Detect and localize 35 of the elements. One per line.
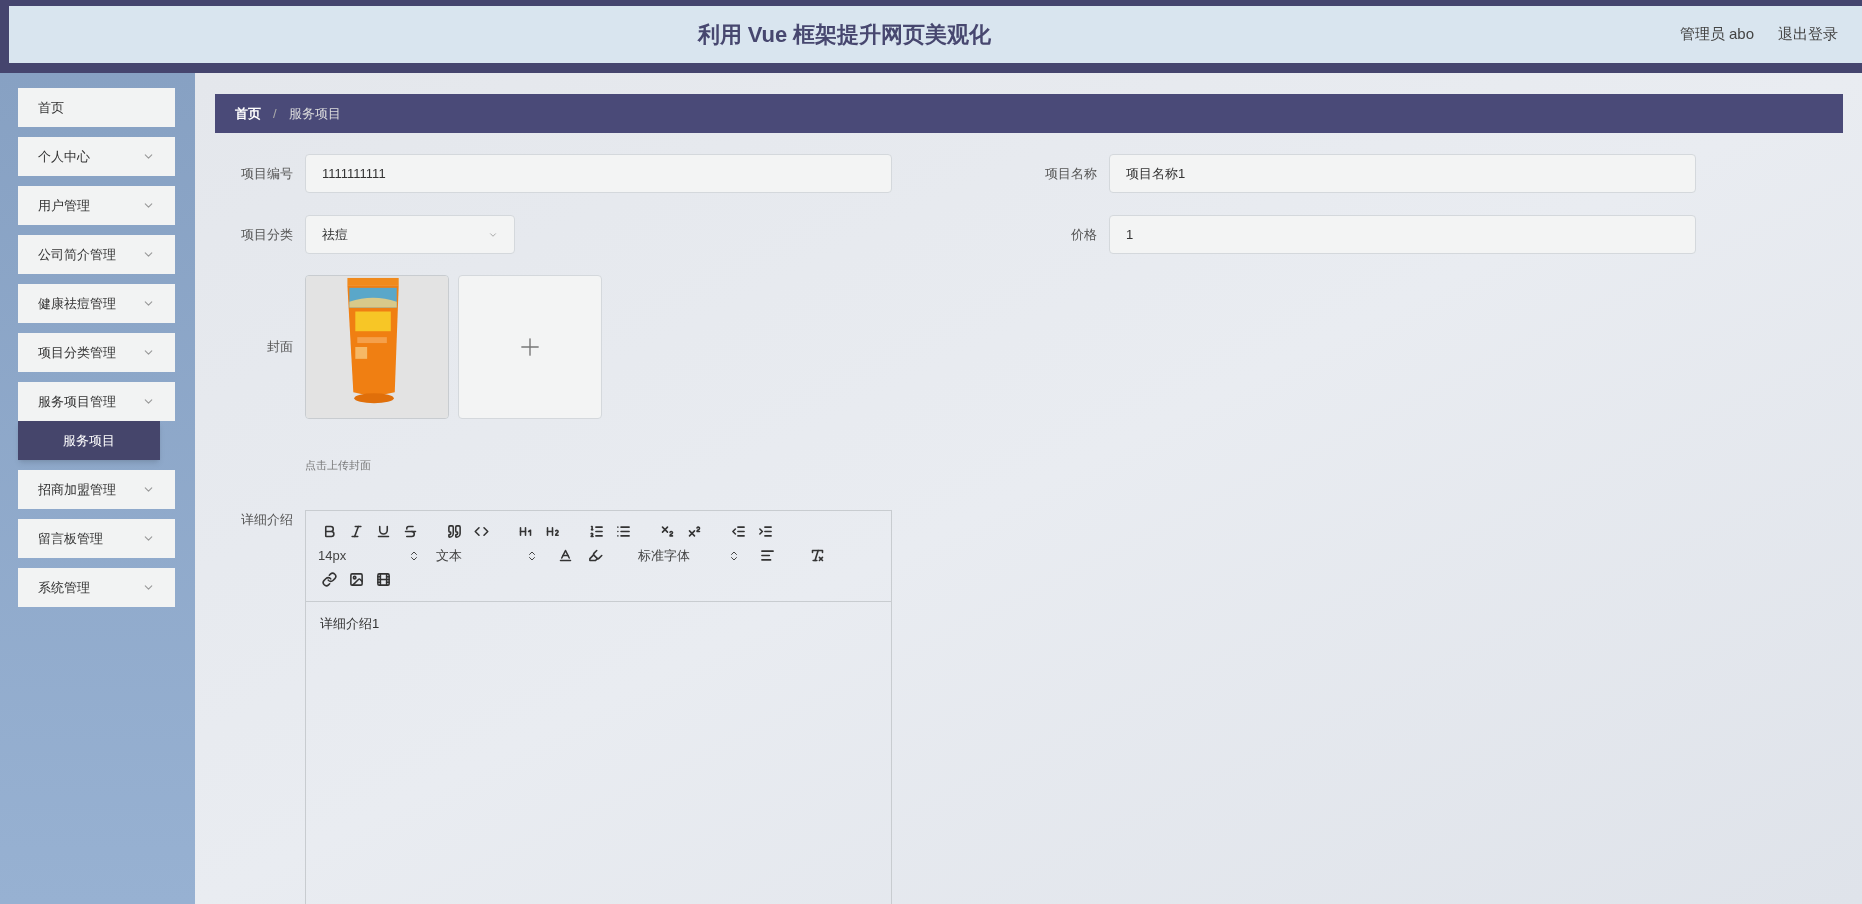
field-label: 封面 xyxy=(266,338,293,357)
category-select[interactable]: 祛痘 xyxy=(305,215,515,254)
sidebar-item[interactable]: 公司简介管理 xyxy=(18,235,175,274)
submenu-item[interactable]: 服务项目 xyxy=(18,421,160,460)
sidebar-item[interactable]: 系统管理 xyxy=(18,568,175,607)
admin-user: 管理员 abo xyxy=(1679,24,1754,45)
input-field[interactable]: 1 xyxy=(1109,215,1696,254)
sidebar-item[interactable]: 健康祛痘管理 xyxy=(18,284,175,323)
breadcrumb-link[interactable]: 服务项目 xyxy=(288,103,341,124)
toolbar-select[interactable]: 标准字体 xyxy=(638,544,748,567)
sidebar-item[interactable]: 个人中心 xyxy=(18,137,175,176)
toolbar-select[interactable]: 文本 xyxy=(436,544,546,567)
sidebar-item[interactable]: 项目分类管理 xyxy=(18,333,175,372)
upload-hint: 点击上传封面 xyxy=(305,458,372,473)
toolbar-select[interactable]: 14px xyxy=(318,544,428,567)
input-field[interactable]: 1111111111 xyxy=(305,154,892,193)
up-down-icon xyxy=(728,549,740,562)
field-label: 详细介绍 xyxy=(240,510,293,529)
sidebar-item[interactable]: 服务项目管理 xyxy=(18,382,175,421)
up-down-icon xyxy=(526,549,538,562)
sidebar-item[interactable]: 用户管理 xyxy=(18,186,175,225)
field-label: 项目编号 xyxy=(240,164,293,183)
field-label: 价格 xyxy=(1070,225,1097,244)
breadcrumb-link[interactable]: 首页 xyxy=(235,103,261,124)
breadcrumb-separator: / xyxy=(273,104,277,123)
field-label: 项目名称 xyxy=(1044,164,1097,183)
up-down-icon xyxy=(408,549,420,562)
sidebar-item[interactable]: 留言板管理 xyxy=(18,519,175,558)
sidebar-item[interactable]: 招商加盟管理 xyxy=(18,470,175,509)
site-title: 利用 Vue 框架提升网页美观化 xyxy=(696,21,993,49)
logout-link[interactable]: 退出登录 xyxy=(1778,23,1838,46)
field-label: 项目分类 xyxy=(240,225,293,244)
sidebar-item[interactable]: 首页 xyxy=(18,88,175,127)
editor-content[interactable]: 详细介绍1 xyxy=(306,601,891,645)
input-field[interactable]: 项目名称1 xyxy=(1109,154,1696,193)
